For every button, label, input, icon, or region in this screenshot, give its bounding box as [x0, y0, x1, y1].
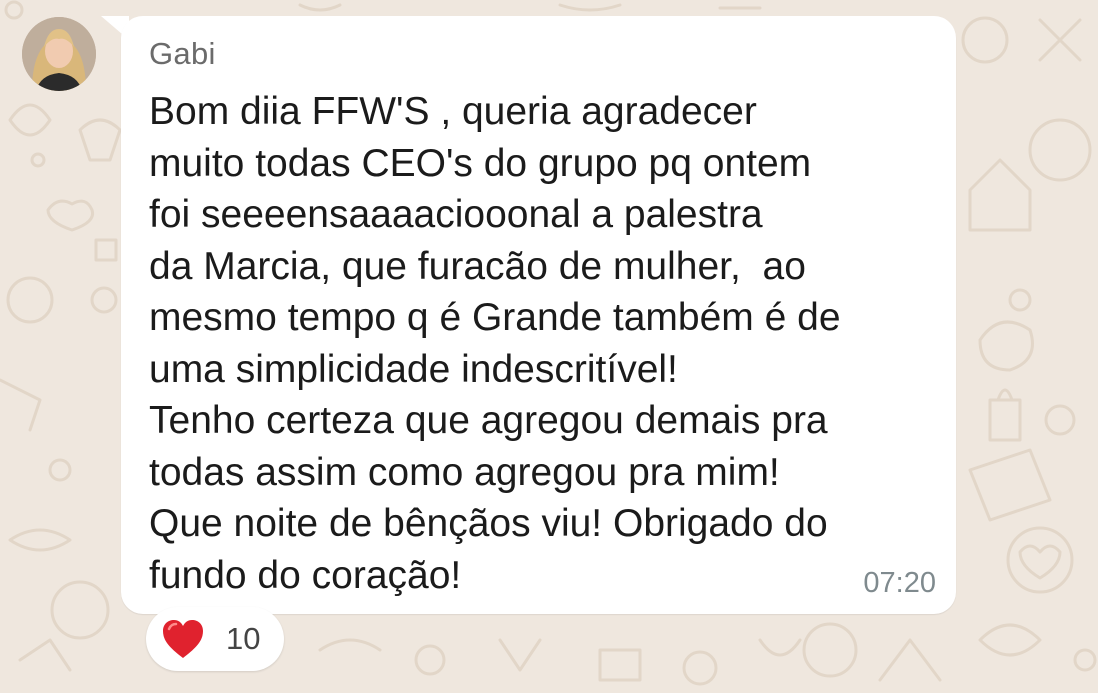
- message-line: Que noite de bênçãos viu! Obrigado do: [149, 502, 828, 545]
- message-line: da Marcia, que furacão de mulher, ao: [149, 244, 806, 288]
- sender-name[interactable]: Gabi: [149, 36, 216, 72]
- message-text: Bom diia FFW'S , queria agradecer muito …: [149, 86, 939, 601]
- person-avatar-icon: [22, 17, 96, 91]
- message-line: mesmo tempo q é Grande também é de: [149, 296, 841, 339]
- reaction-count: 10: [226, 621, 261, 656]
- message-line: muito todas CEO's do grupo pq ontem: [149, 141, 812, 185]
- heart-icon: [163, 620, 203, 658]
- message-line: fundo do coração!: [149, 553, 462, 597]
- message-bubble[interactable]: Gabi Bom diia FFW'S , queria agradecer m…: [121, 16, 956, 614]
- sender-avatar[interactable]: [22, 17, 96, 91]
- message-line: uma simplicidade indescritível!: [149, 347, 678, 391]
- message-line: Tenho certeza que agregou demais pra: [149, 399, 828, 442]
- message-line: todas assim como agregou pra mim!: [149, 450, 780, 494]
- reaction-pill[interactable]: 10: [146, 607, 284, 671]
- message-line: Bom diia FFW'S , queria agradecer: [149, 90, 757, 133]
- message-timestamp: 07:20: [863, 567, 936, 599]
- message-line: foi seeeensaaaaciooonal a palestra: [149, 193, 763, 236]
